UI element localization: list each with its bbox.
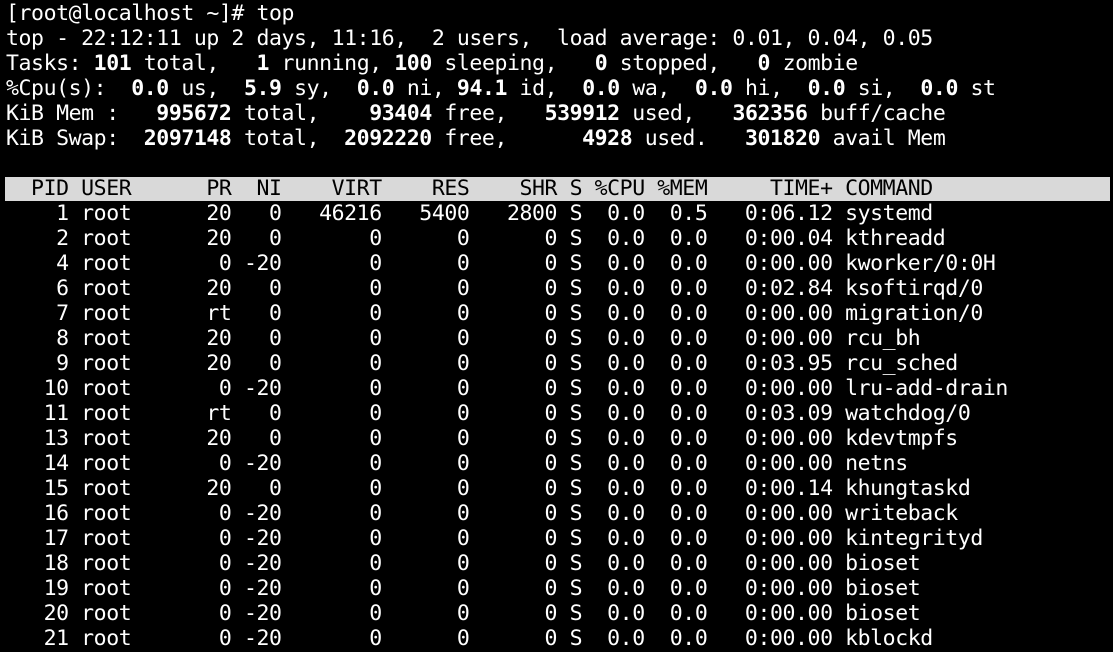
cpu-wa-value: 0.0 — [582, 76, 620, 101]
process-row: 13 root 20 0 0 0 0 S 0.0 0.0 0:00.00 kde… — [6, 426, 959, 451]
swap-free-label: free, — [431, 126, 583, 151]
swap-line: KiB Swap: 2097148 total, 2092220 free, 4… — [6, 126, 946, 151]
cpu-label: %Cpu(s): — [6, 76, 132, 101]
mem-used-value: 539912 — [544, 101, 621, 126]
cpu-id-label: id, — [507, 76, 583, 101]
cpu-st-value: 0.0 — [920, 76, 958, 101]
mem-free-value: 93404 — [369, 101, 432, 126]
swap-total-value: 2097148 — [143, 126, 232, 151]
cpu-si-value: 0.0 — [807, 76, 846, 101]
cpu-si-label: si, — [845, 76, 921, 101]
process-row: 16 root 0 -20 0 0 0 S 0.0 0.0 0:00.00 wr… — [6, 501, 959, 526]
process-row: 21 root 0 -20 0 0 0 S 0.0 0.0 0:00.00 kb… — [6, 626, 934, 651]
process-row: 15 root 20 0 0 0 0 S 0.0 0.0 0:00.14 khu… — [6, 476, 971, 501]
mem-free-label: free, — [431, 101, 545, 126]
tasks-total-value: 101 — [93, 51, 132, 76]
swap-used-value: 4928 — [582, 126, 633, 151]
process-row: 14 root 0 -20 0 0 0 S 0.0 0.0 0:00.00 ne… — [6, 451, 909, 476]
tasks-sleeping-value: 100 — [394, 51, 432, 76]
mem-buff-label: buff/cache — [807, 101, 946, 126]
cpu-sy-label: sy, — [281, 76, 357, 101]
mem-total-value: 995672 — [156, 101, 232, 126]
process-table-header: PID USER PR NI VIRT RES SHR S %CPU %MEM … — [6, 176, 933, 201]
tasks-sleeping-label: sleeping, — [431, 51, 595, 76]
tasks-line: Tasks: 101 total, 1 running, 100 sleepin… — [6, 51, 858, 76]
tasks-running-label: running, — [269, 51, 395, 76]
swap-free-value: 2092220 — [344, 126, 432, 151]
swap-used-label: used. — [632, 126, 745, 151]
process-row: 19 root 0 -20 0 0 0 S 0.0 0.0 0:00.00 bi… — [6, 576, 921, 601]
swap-avail-value: 301820 — [744, 126, 821, 151]
cpu-id-value: 94.1 — [456, 76, 508, 101]
cpu-hi-value: 0.0 — [694, 76, 733, 101]
tasks-zombie-label: zombie — [770, 51, 859, 76]
mem-buff-value: 362356 — [732, 101, 808, 126]
process-row: 1 root 20 0 46216 5400 2800 S 0.0 0.5 0:… — [6, 201, 933, 226]
cpu-sy-value: 5.9 — [243, 76, 282, 101]
mem-label: KiB Mem : — [6, 101, 157, 126]
uptime-line: top - 22:12:11 up 2 days, 11:16, 2 users… — [6, 26, 933, 51]
shell-command: top — [256, 1, 295, 26]
process-row: 6 root 20 0 0 0 0 S 0.0 0.0 0:02.84 ksof… — [6, 276, 983, 301]
mem-line: KiB Mem : 995672 total, 93404 free, 5399… — [6, 101, 946, 126]
process-row: 20 root 0 -20 0 0 0 S 0.0 0.0 0:00.00 bi… — [6, 601, 921, 626]
process-row: 17 root 0 -20 0 0 0 S 0.0 0.0 0:00.00 ki… — [6, 526, 984, 551]
process-row: 9 root 20 0 0 0 0 S 0.0 0.0 0:03.95 rcu_… — [6, 351, 958, 376]
tasks-stopped-value: 0 — [594, 51, 608, 76]
cpu-us-value: 0.0 — [131, 76, 169, 101]
process-row: 7 root rt 0 0 0 0 S 0.0 0.0 0:00.00 migr… — [6, 301, 983, 326]
swap-avail-label: avail Mem — [820, 126, 946, 151]
mem-used-label: used, — [619, 101, 733, 126]
mem-total-label: total, — [231, 101, 370, 126]
process-row: 10 root 0 -20 0 0 0 S 0.0 0.0 0:00.00 lr… — [6, 376, 1009, 401]
process-row: 11 root rt 0 0 0 0 S 0.0 0.0 0:03.09 wat… — [6, 401, 971, 426]
tasks-total-label: total, — [131, 51, 257, 76]
tasks-running-value: 1 — [256, 51, 270, 76]
process-row: 4 root 0 -20 0 0 0 S 0.0 0.0 0:00.00 kwo… — [6, 251, 996, 276]
cpu-ni-value: 0.0 — [356, 76, 395, 101]
shell-prompt-line: [root@localhost ~]# top — [6, 1, 294, 26]
cpu-us-label: us, — [168, 76, 244, 101]
cpu-wa-label: wa, — [619, 76, 695, 101]
process-row: 2 root 20 0 0 0 0 S 0.0 0.0 0:00.04 kthr… — [6, 226, 946, 251]
tasks-label: Tasks: — [6, 51, 94, 76]
swap-total-label: total, — [231, 126, 345, 151]
cpu-line: %Cpu(s): 0.0 us, 5.9 sy, 0.0 ni, 94.1 id… — [6, 76, 996, 101]
cpu-st-label: st — [957, 76, 996, 101]
cpu-ni-label: ni, — [394, 76, 457, 101]
tasks-stopped-label: stopped, — [607, 51, 758, 76]
shell-prompt: [root@localhost ~]# — [6, 1, 257, 26]
process-row: 8 root 20 0 0 0 0 S 0.0 0.0 0:00.00 rcu_… — [6, 326, 921, 351]
process-row: 18 root 0 -20 0 0 0 S 0.0 0.0 0:00.00 bi… — [6, 551, 921, 576]
tasks-zombie-value: 0 — [757, 51, 771, 76]
cpu-hi-label: hi, — [732, 76, 808, 101]
swap-label: KiB Swap: — [6, 126, 144, 151]
terminal-window[interactable]: [root@localhost ~]# top top - 22:12:11 u… — [0, 0, 1113, 652]
